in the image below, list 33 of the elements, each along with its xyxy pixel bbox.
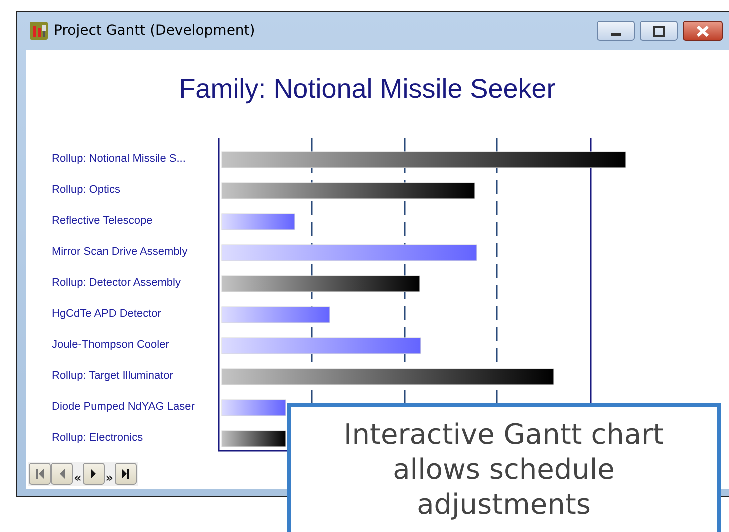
gantt-bar[interactable] bbox=[222, 368, 554, 386]
close-icon bbox=[696, 26, 710, 36]
gantt-bar[interactable] bbox=[222, 430, 286, 448]
last-button[interactable] bbox=[114, 463, 137, 485]
row-label: Mirror Scan Drive Assembly bbox=[52, 245, 189, 260]
row-label: Diode Pumped NdYAG Laser bbox=[52, 400, 196, 415]
skip-start-icon bbox=[34, 468, 46, 480]
minimize-icon bbox=[611, 33, 621, 36]
page-link[interactable]: « bbox=[73, 471, 83, 485]
row-label: Rollup: Detector Assembly bbox=[52, 276, 182, 291]
minimize-button[interactable] bbox=[597, 21, 635, 41]
row-label: Rollup: Electronics bbox=[52, 431, 144, 446]
row-label: Reflective Telescope bbox=[52, 214, 154, 229]
skip-end-icon bbox=[120, 468, 132, 480]
prev-button[interactable] bbox=[51, 463, 73, 485]
chart-title: Family: Notional Missile Seeker bbox=[178, 74, 557, 106]
close-button[interactable] bbox=[683, 21, 723, 41]
next-button[interactable] bbox=[82, 463, 105, 485]
maximize-button[interactable] bbox=[640, 21, 678, 41]
first-button[interactable] bbox=[29, 463, 51, 485]
callout-text: Interactive Gantt chart allows schedule adjustments bbox=[343, 417, 665, 522]
gantt-bar[interactable] bbox=[222, 182, 476, 200]
page-link[interactable]: » bbox=[104, 471, 115, 485]
gantt-bar[interactable] bbox=[222, 152, 626, 168]
row-label: Rollup: Optics bbox=[52, 183, 122, 198]
gantt-bar[interactable] bbox=[222, 276, 420, 292]
app-icon bbox=[30, 22, 48, 40]
maximize-icon bbox=[652, 26, 666, 36]
row-label: Rollup: Notional Missile S... bbox=[52, 152, 187, 167]
row-label: HgCdTe APD Detector bbox=[52, 307, 162, 322]
row-label: Joule-Thompson Cooler bbox=[52, 338, 170, 353]
row-label: Rollup: Target Illuminator bbox=[52, 369, 174, 384]
window-title: Project Gantt (Development) bbox=[54, 23, 256, 39]
